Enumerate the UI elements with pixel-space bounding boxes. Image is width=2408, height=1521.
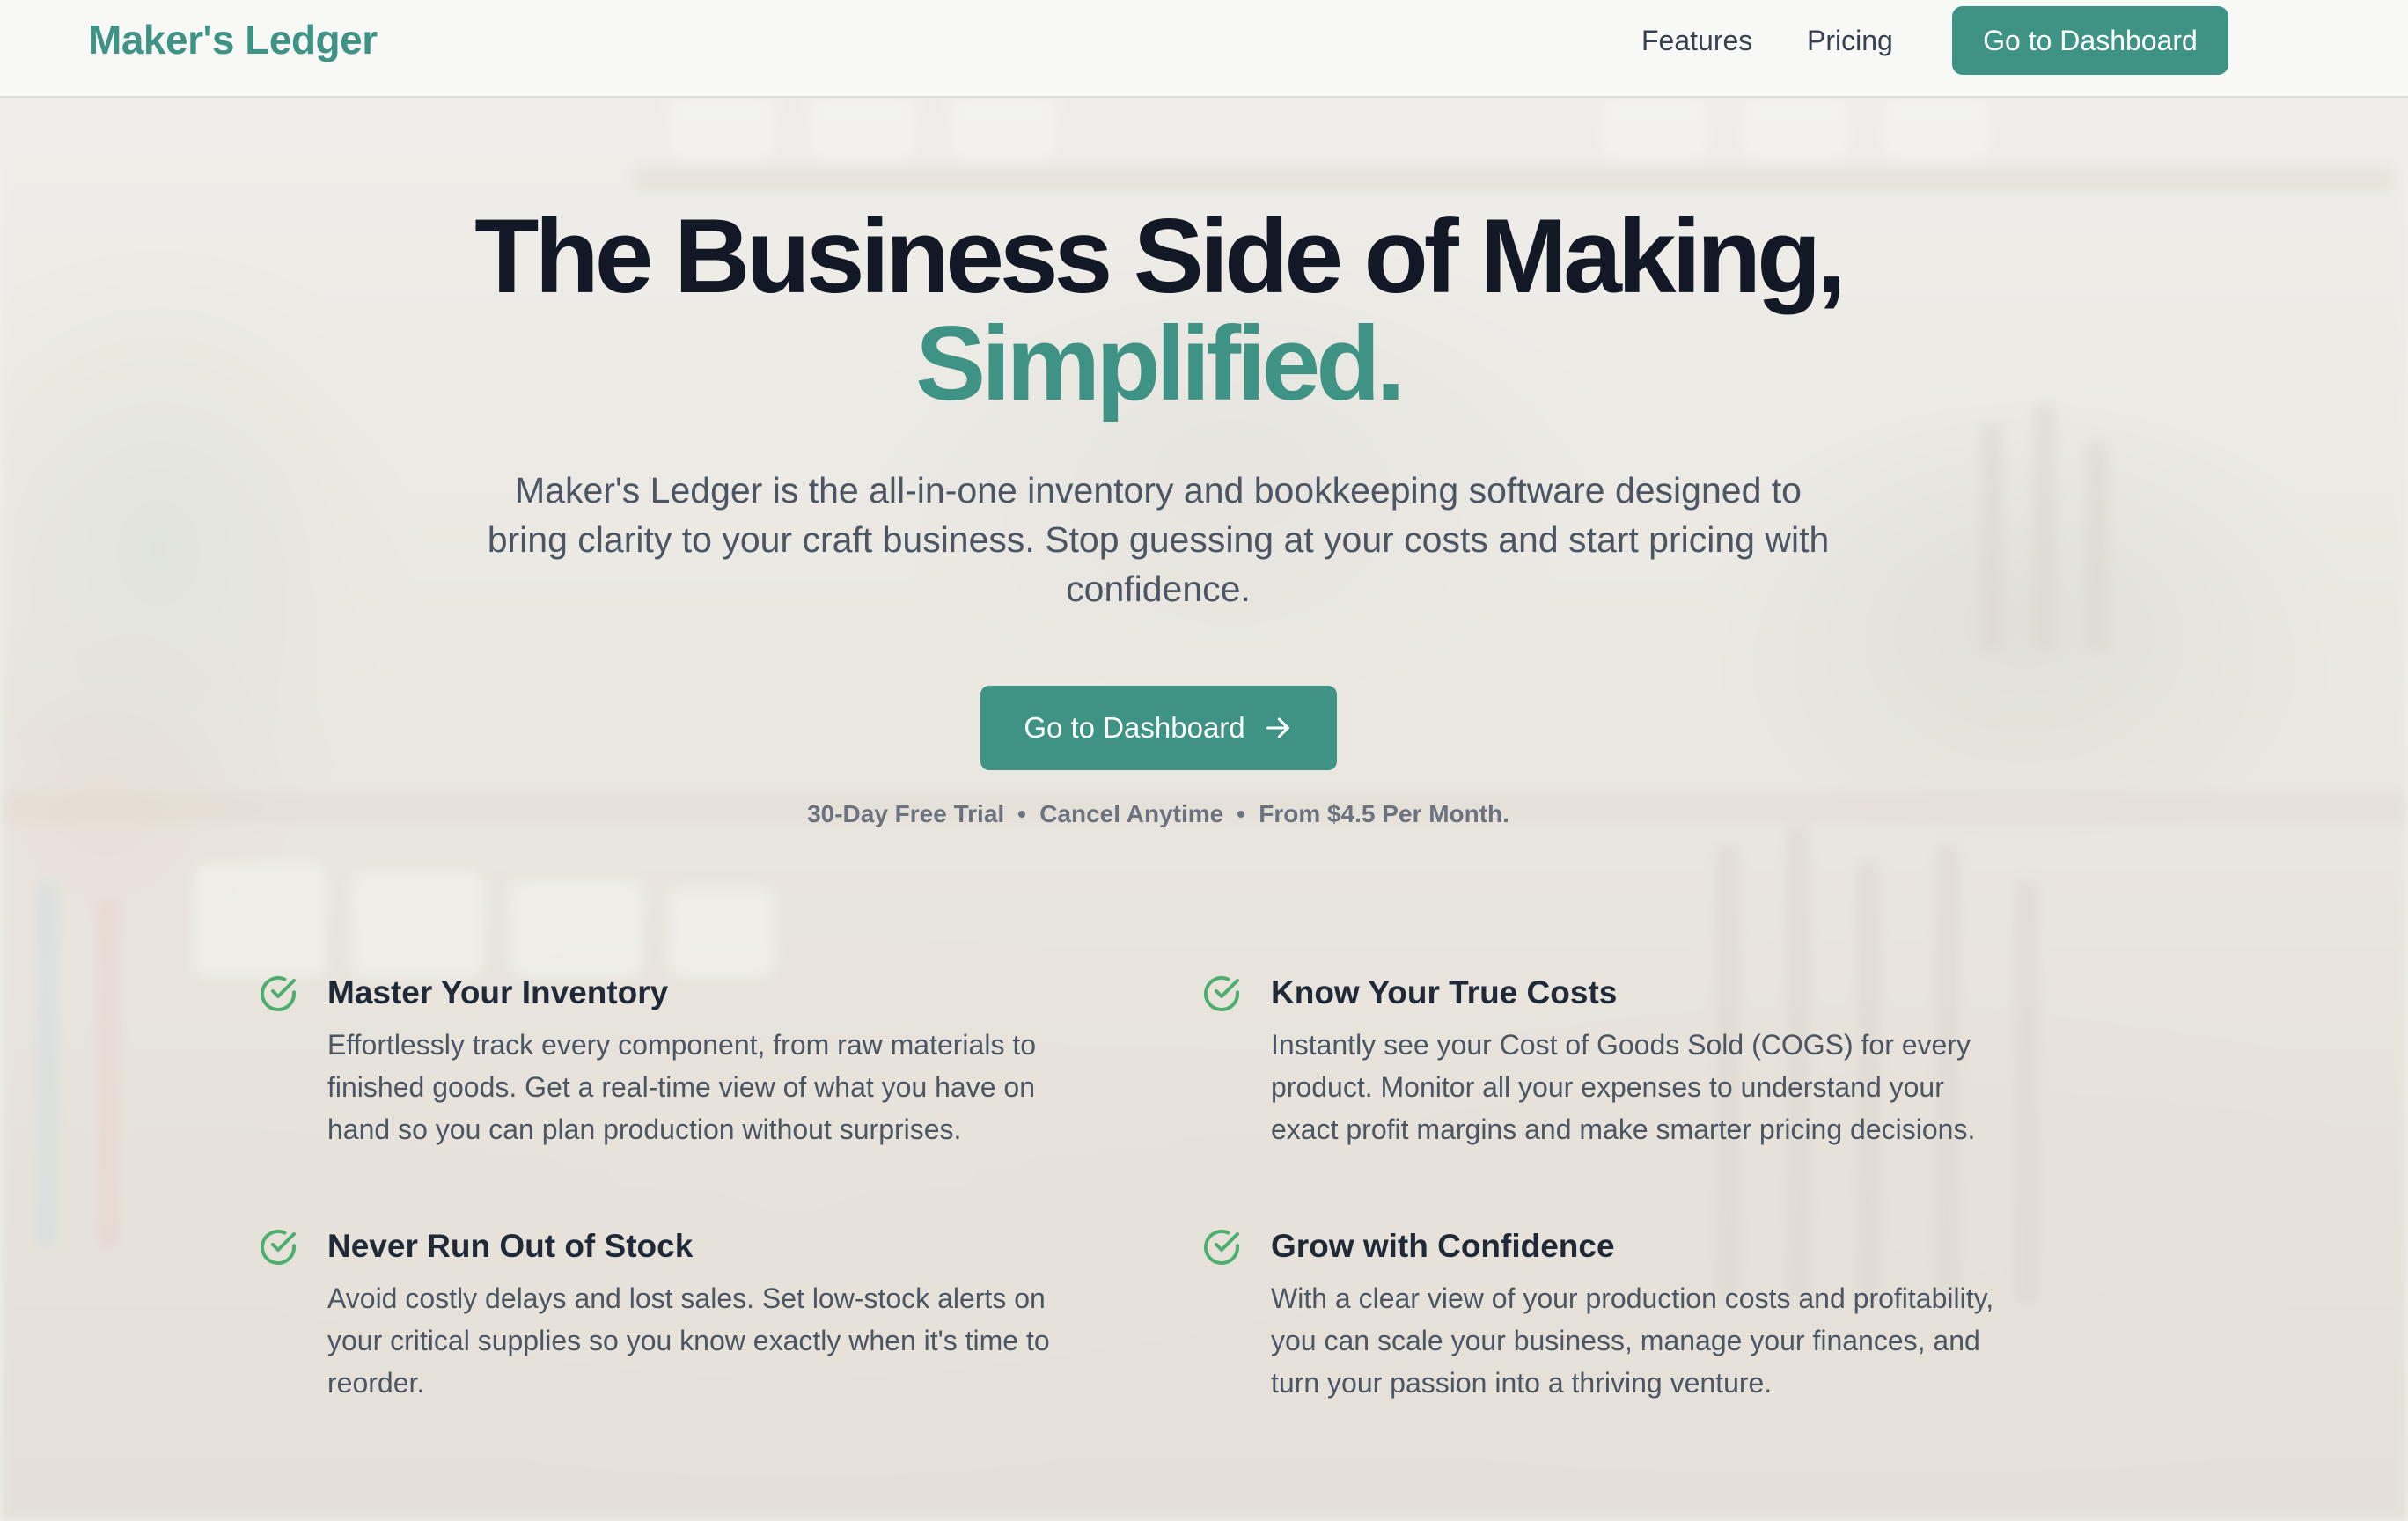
- feature-description: With a clear view of your production cos…: [1271, 1282, 1994, 1399]
- arrow-right-icon: [1266, 717, 1289, 738]
- hero-title: The Business Side of Making, Simplified.: [0, 202, 2316, 417]
- bullet-separator: [1018, 811, 1026, 818]
- nav-link-pricing[interactable]: Pricing: [1807, 25, 1893, 57]
- brand-logo[interactable]: Maker's Ledger: [88, 16, 378, 63]
- perk-price: From $4.5 Per Month.: [1259, 800, 1509, 827]
- hero-dashboard-button[interactable]: Go to Dashboard: [980, 686, 1337, 770]
- hero-title-line1: The Business Side of Making,: [474, 197, 1846, 315]
- feature-grow-confidence: Grow with Confidence With a clear view o…: [1200, 1226, 2010, 1404]
- feature-title: Never Run Out of Stock: [327, 1228, 694, 1264]
- bullet-separator: [1237, 811, 1245, 818]
- feature-description: Instantly see your Cost of Goods Sold (C…: [1271, 1029, 1976, 1145]
- check-circle-icon: [1204, 1230, 1239, 1265]
- hero-title-accent: Simplified.: [915, 305, 1406, 422]
- feature-never-run-out: Never Run Out of Stock Avoid costly dela…: [257, 1226, 1067, 1404]
- trial-perks: 30-Day Free Trial Cancel Anytime From $4…: [0, 800, 2316, 828]
- feature-title: Grow with Confidence: [1271, 1228, 1615, 1264]
- hero-subtitle: Maker's Ledger is the all-in-one invento…: [487, 470, 1830, 609]
- header-dashboard-button[interactable]: Go to Dashboard: [1952, 6, 2228, 75]
- check-circle-icon: [261, 1230, 296, 1265]
- hero-section: The Business Side of Making, Simplified.…: [0, 202, 2316, 828]
- check-circle-icon: [261, 976, 296, 1011]
- top-nav-bar: Maker's Ledger Features Pricing Go to Da…: [0, 0, 2408, 98]
- perk-cancel-anytime: Cancel Anytime: [1039, 800, 1224, 827]
- feature-master-inventory: Master Your Inventory Effortlessly track…: [257, 973, 1067, 1150]
- feature-true-costs: Know Your True Costs Instantly see your …: [1200, 973, 2010, 1150]
- feature-title: Know Your True Costs: [1271, 974, 1618, 1010]
- check-circle-icon: [1204, 976, 1239, 1011]
- feature-title: Master Your Inventory: [327, 974, 669, 1010]
- feature-description: Effortlessly track every component, from…: [327, 1029, 1037, 1145]
- nav-link-features[interactable]: Features: [1641, 25, 1752, 57]
- hero-cta-label: Go to Dashboard: [1024, 711, 1245, 744]
- perk-free-trial: 30-Day Free Trial: [807, 800, 1005, 827]
- feature-description: Avoid costly delays and lost sales. Set …: [327, 1282, 1050, 1399]
